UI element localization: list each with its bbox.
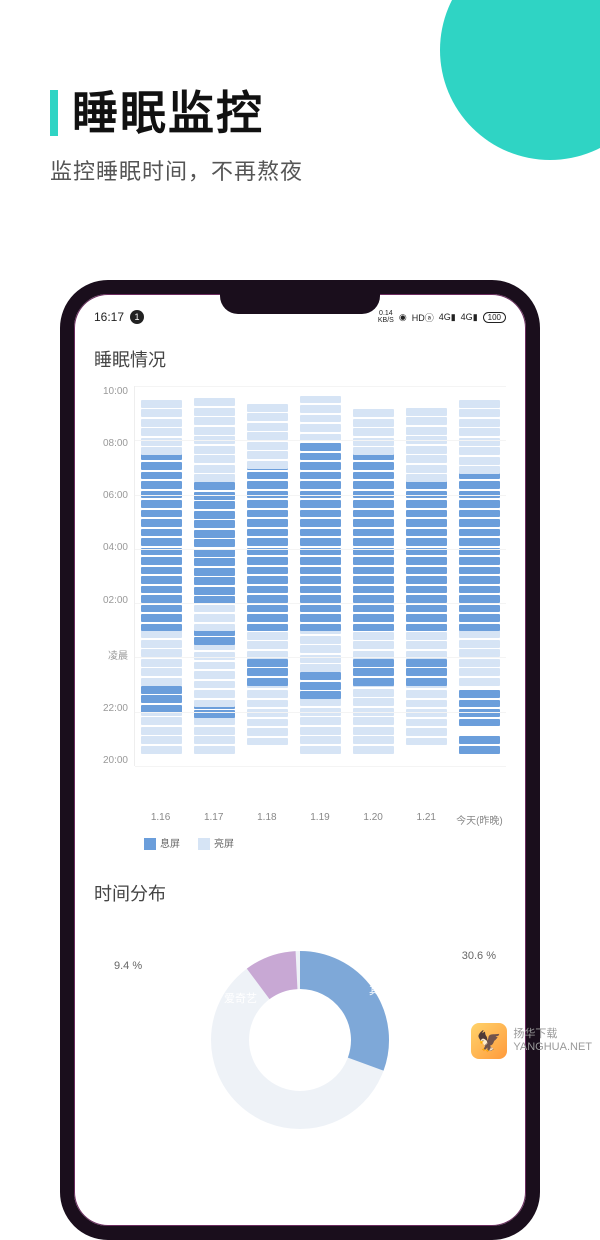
donut-svg bbox=[200, 940, 400, 1140]
y-tick: 02:00 bbox=[94, 595, 128, 606]
watermark-text: 扬华下载 YANGHUA.NET bbox=[513, 1028, 592, 1054]
chart-y-axis: 10:00 08:00 06:00 04:00 02:00 凌晨 22:00 20:00 bbox=[94, 386, 134, 766]
signal2-icon: 4G▮ bbox=[461, 312, 478, 323]
wifi-icon: ◉ bbox=[399, 312, 407, 323]
y-tick: 08:00 bbox=[94, 438, 128, 449]
chart-x-axis: 1.161.171.181.191.201.21今天(昨晚) bbox=[134, 812, 506, 827]
status-bar: 16:17 1 0.14 KB/S ◉ HDⓐ 4G▮ 4G▮ 100 bbox=[94, 306, 506, 328]
pie-label-right: 30.6 % bbox=[462, 950, 496, 962]
donut-chart[interactable]: 9.4 % 30.6 % 爱奇艺 其它 bbox=[94, 920, 506, 1100]
x-tick: 1.17 bbox=[187, 812, 240, 827]
statusbar-left: 16:17 1 bbox=[94, 310, 144, 324]
y-tick: 04:00 bbox=[94, 542, 128, 553]
statusbar-right: 0.14 KB/S ◉ HDⓐ 4G▮ 4G▮ 100 bbox=[378, 310, 506, 324]
chart-column[interactable] bbox=[459, 386, 500, 766]
chart-legend: 息屏 亮屏 bbox=[144, 835, 506, 850]
chart-column[interactable] bbox=[300, 386, 341, 766]
legend-swatch bbox=[198, 838, 210, 850]
phone-mockup: 16:17 1 0.14 KB/S ◉ HDⓐ 4G▮ 4G▮ 100 睡眠情况 bbox=[60, 280, 540, 1240]
sleep-section-title: 睡眠情况 bbox=[94, 346, 506, 372]
y-tick: 06:00 bbox=[94, 490, 128, 501]
x-tick: 1.18 bbox=[240, 812, 293, 827]
x-tick: 1.16 bbox=[134, 812, 187, 827]
pie-label-left: 9.4 % bbox=[114, 960, 142, 972]
sleep-chart[interactable]: 10:00 08:00 06:00 04:00 02:00 凌晨 22:00 20:00 bbox=[94, 386, 506, 806]
legend-swatch bbox=[144, 838, 156, 850]
notification-badge: 1 bbox=[130, 310, 144, 324]
chart-column[interactable] bbox=[406, 386, 447, 766]
phone-screen: 16:17 1 0.14 KB/S ◉ HDⓐ 4G▮ 4G▮ 100 睡眠情况 bbox=[74, 294, 526, 1226]
x-tick: 今天(昨晚) bbox=[453, 812, 506, 827]
legend-item: 亮屏 bbox=[198, 835, 234, 850]
chart-column[interactable] bbox=[247, 386, 288, 766]
statusbar-time: 16:17 bbox=[94, 310, 124, 324]
pie-segment-right: 其它 bbox=[369, 982, 391, 998]
battery-indicator: 100 bbox=[483, 312, 506, 323]
chart-column[interactable] bbox=[353, 386, 394, 766]
y-tick: 20:00 bbox=[94, 755, 128, 766]
time-distribution-section: 时间分布 9.4 % 30.6 % 爱奇艺 其它 bbox=[94, 880, 506, 1100]
pie-segment-left: 爱奇艺 bbox=[224, 990, 257, 1006]
watermark: 🦅 扬华下载 YANGHUA.NET bbox=[471, 1023, 592, 1059]
phone-frame: 16:17 1 0.14 KB/S ◉ HDⓐ 4G▮ 4G▮ 100 睡眠情况 bbox=[60, 280, 540, 1240]
distribution-title: 时间分布 bbox=[94, 880, 506, 906]
watermark-icon: 🦅 bbox=[471, 1023, 507, 1059]
x-tick: 1.21 bbox=[400, 812, 453, 827]
y-tick: 22:00 bbox=[94, 703, 128, 714]
y-tick: 凌晨 bbox=[94, 647, 128, 662]
hero-subtitle: 监控睡眠时间，不再熬夜 bbox=[50, 154, 550, 186]
x-tick: 1.20 bbox=[347, 812, 400, 827]
signal1-icon: 4G▮ bbox=[439, 312, 456, 323]
x-tick: 1.19 bbox=[293, 812, 346, 827]
chart-columns bbox=[135, 386, 506, 766]
hd-indicator: HDⓐ bbox=[412, 311, 434, 324]
legend-item: 息屏 bbox=[144, 835, 180, 850]
chart-column[interactable] bbox=[141, 386, 182, 766]
network-speed: 0.14 KB/S bbox=[378, 310, 394, 324]
chart-column[interactable] bbox=[194, 386, 235, 766]
y-tick: 10:00 bbox=[94, 386, 128, 397]
chart-plot-area bbox=[134, 386, 506, 766]
